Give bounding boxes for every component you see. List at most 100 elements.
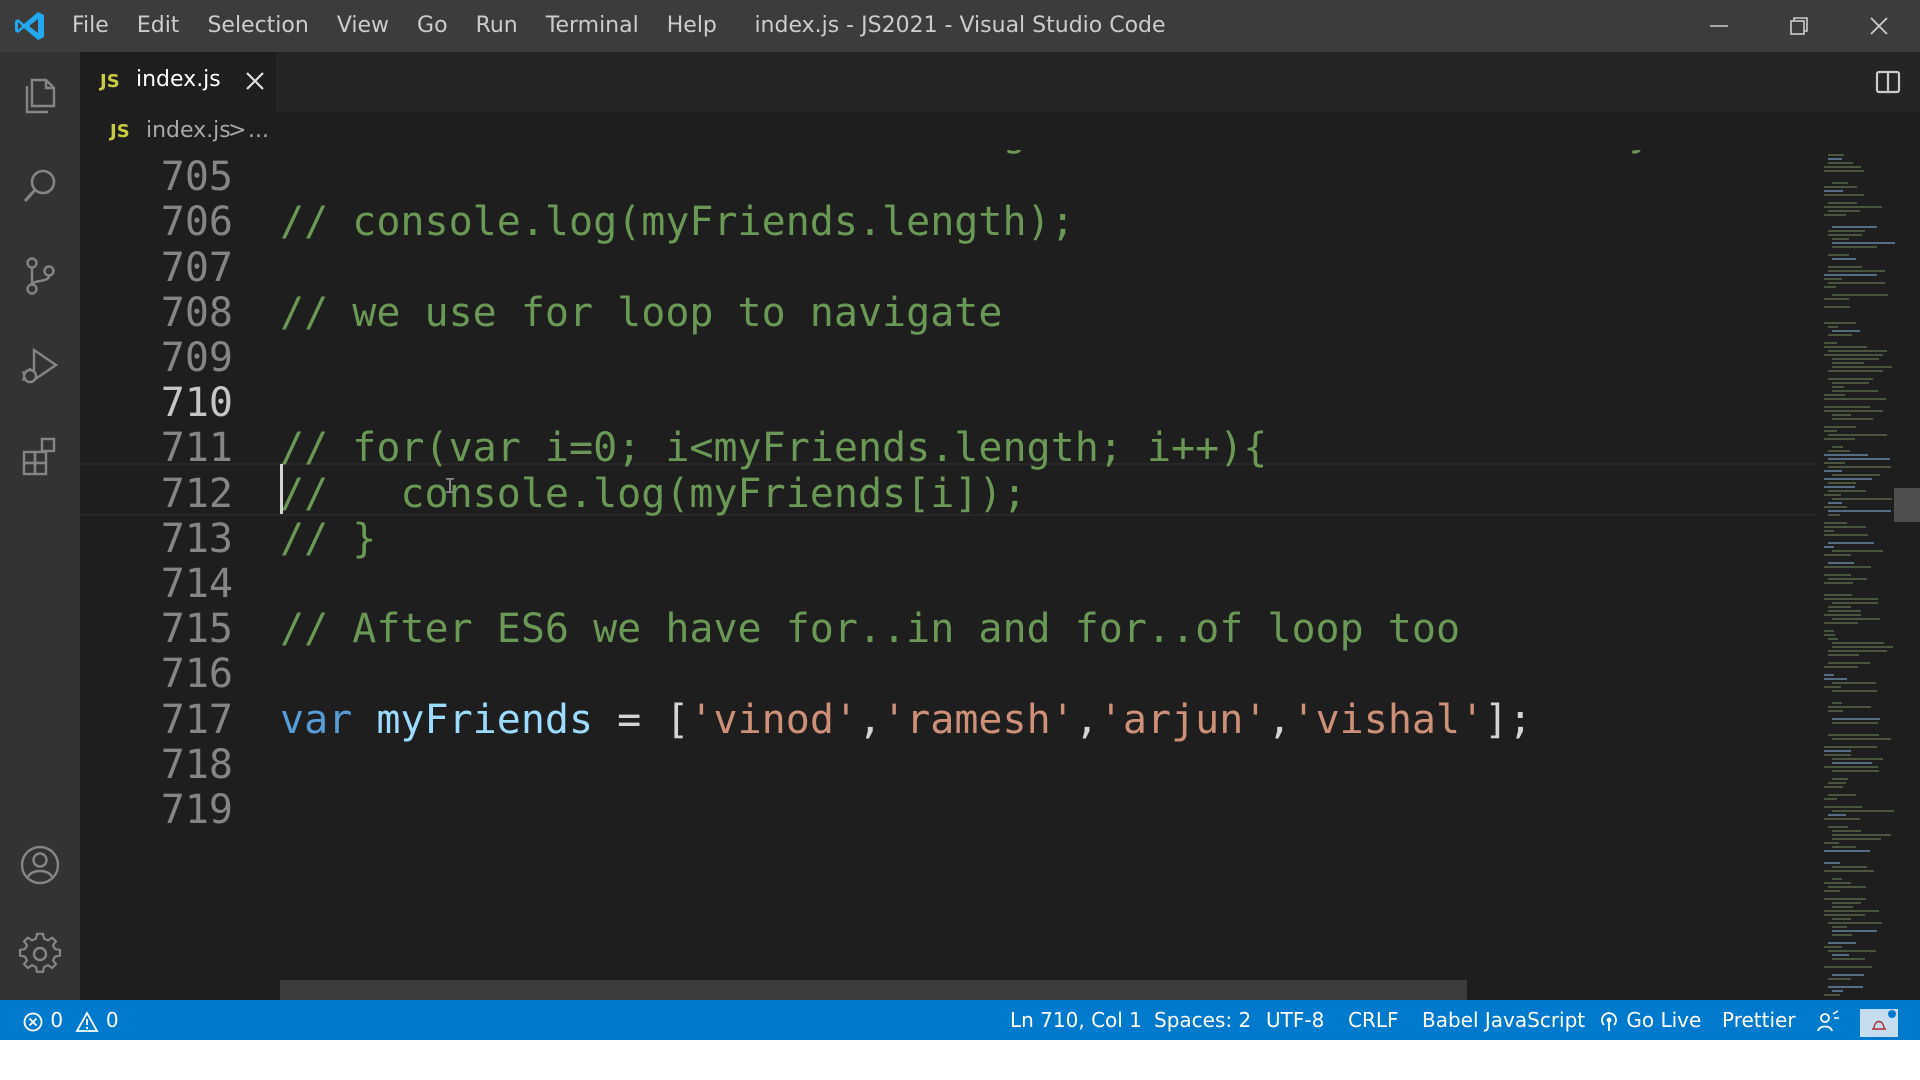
minimap-line <box>1824 666 1858 668</box>
minimap-line <box>1828 230 1865 232</box>
extensions-icon <box>22 437 56 476</box>
tab-label: index.js <box>136 67 221 92</box>
minimap-line <box>1824 898 1866 900</box>
minimize-icon <box>1710 25 1728 27</box>
close-window-button[interactable] <box>1840 0 1918 52</box>
minimap-line <box>1824 462 1845 464</box>
minimap-line <box>1832 366 1892 368</box>
minimap-line <box>1832 362 1864 364</box>
minimap-line <box>1828 986 1863 988</box>
minimap-line <box>1832 926 1847 928</box>
minimap-slider[interactable] <box>1894 488 1920 522</box>
minimap-line <box>1832 846 1856 848</box>
minimap-line <box>1832 974 1864 976</box>
menu-edit[interactable]: Edit <box>123 0 194 52</box>
accounts-button[interactable] <box>0 825 80 905</box>
search-button[interactable] <box>0 146 80 226</box>
tab-index-js[interactable]: JS index.js <box>80 52 276 112</box>
minimap-line <box>1832 182 1848 184</box>
code-token: var <box>280 696 353 743</box>
source-control-button[interactable] <box>0 236 80 316</box>
encoding[interactable]: UTF-8 <box>1266 1000 1324 1040</box>
feedback-icon <box>1817 1009 1839 1031</box>
breadcrumb-symbol[interactable]: ... <box>248 118 269 143</box>
notifications-button[interactable] <box>1858 1000 1900 1040</box>
minimap-line <box>1832 602 1878 604</box>
error-icon <box>23 1012 43 1031</box>
minimap-line <box>1832 390 1878 392</box>
minimap-line <box>1832 930 1877 932</box>
minimap-line <box>1824 598 1878 600</box>
indentation[interactable]: Spaces: 2 <box>1154 1000 1251 1040</box>
minimap-line <box>1824 674 1834 676</box>
minimap-line <box>1832 258 1856 260</box>
minimap-line <box>1828 158 1842 160</box>
minimap[interactable] <box>1816 150 1920 1000</box>
code-token: = [ <box>593 696 690 743</box>
split-editor-icon[interactable] <box>1874 68 1902 96</box>
explorer-icon <box>25 78 56 114</box>
line-ending[interactable]: CRLF <box>1348 1000 1399 1040</box>
warning-icon <box>75 1010 99 1032</box>
minimap-line <box>1824 750 1851 752</box>
minimap-line <box>1828 378 1873 380</box>
minimap-line <box>1828 514 1840 516</box>
minimap-line <box>1832 242 1895 244</box>
minimap-line <box>1828 782 1846 784</box>
minimap-line <box>1824 686 1841 688</box>
run-debug-button[interactable] <box>0 326 80 406</box>
language-mode[interactable]: Babel JavaScript <box>1422 1000 1585 1040</box>
code-line[interactable]: 719 <box>80 783 1816 838</box>
menu-selection[interactable]: Selection <box>193 0 322 52</box>
go-live-button[interactable]: Go Live <box>1598 1000 1701 1040</box>
minimap-line <box>1832 830 1861 832</box>
menu-view[interactable]: View <box>323 0 403 52</box>
code-token: 'vishal' <box>1291 696 1485 743</box>
minimap-line <box>1828 706 1871 708</box>
code-token: ]; <box>1484 696 1533 743</box>
minimap-line <box>1824 426 1856 428</box>
minimap-line <box>1824 766 1878 768</box>
minimap-line <box>1824 438 1855 440</box>
horizontal-scrollbar[interactable] <box>280 980 1467 1000</box>
minimap-line <box>1832 226 1877 228</box>
minimap-line <box>1828 270 1885 272</box>
menu-run[interactable]: Run <box>462 0 532 52</box>
extensions-button[interactable] <box>0 416 80 496</box>
minimap-line <box>1832 990 1843 992</box>
minimap-line <box>1824 298 1849 300</box>
minimap-line <box>1824 342 1837 344</box>
minimap-line <box>1824 882 1851 884</box>
minimap-line <box>1824 190 1843 192</box>
close-icon[interactable] <box>242 68 268 94</box>
menu-help[interactable]: Help <box>653 0 731 52</box>
minimap-line <box>1832 358 1879 360</box>
minimap-line <box>1824 574 1851 576</box>
menu-bar: File Edit Selection View Go Run Terminal… <box>58 0 731 52</box>
minimap-line <box>1828 710 1843 712</box>
cursor-position[interactable]: Ln 710, Col 1 <box>1010 1000 1142 1040</box>
minimap-line <box>1824 530 1834 532</box>
minimap-line <box>1832 682 1876 684</box>
minimap-line <box>1832 618 1880 620</box>
minimap-line <box>1828 234 1862 236</box>
explorer-button[interactable] <box>0 56 80 136</box>
accounts-icon <box>20 845 60 885</box>
minimap-line <box>1824 214 1846 216</box>
menu-go[interactable]: Go <box>403 0 462 52</box>
feedback-button[interactable] <box>1816 1000 1840 1040</box>
code-editor[interactable]: 704// if we want to check the length of … <box>80 150 1816 1000</box>
prettier-status[interactable]: Prettier <box>1722 1000 1796 1040</box>
manage-button[interactable] <box>0 914 80 994</box>
breadcrumb-file[interactable]: index.js <box>146 118 231 143</box>
warning-count: 0 <box>105 1008 119 1032</box>
minimap-line <box>1832 762 1872 764</box>
menu-file[interactable]: File <box>58 0 123 52</box>
minimap-line <box>1828 326 1838 328</box>
minimap-line <box>1824 910 1879 912</box>
restore-button[interactable] <box>1760 0 1838 52</box>
menu-terminal[interactable]: Terminal <box>532 0 653 52</box>
problems-indicator[interactable]: 0 0 <box>22 1000 119 1040</box>
minimize-button[interactable] <box>1680 0 1758 52</box>
